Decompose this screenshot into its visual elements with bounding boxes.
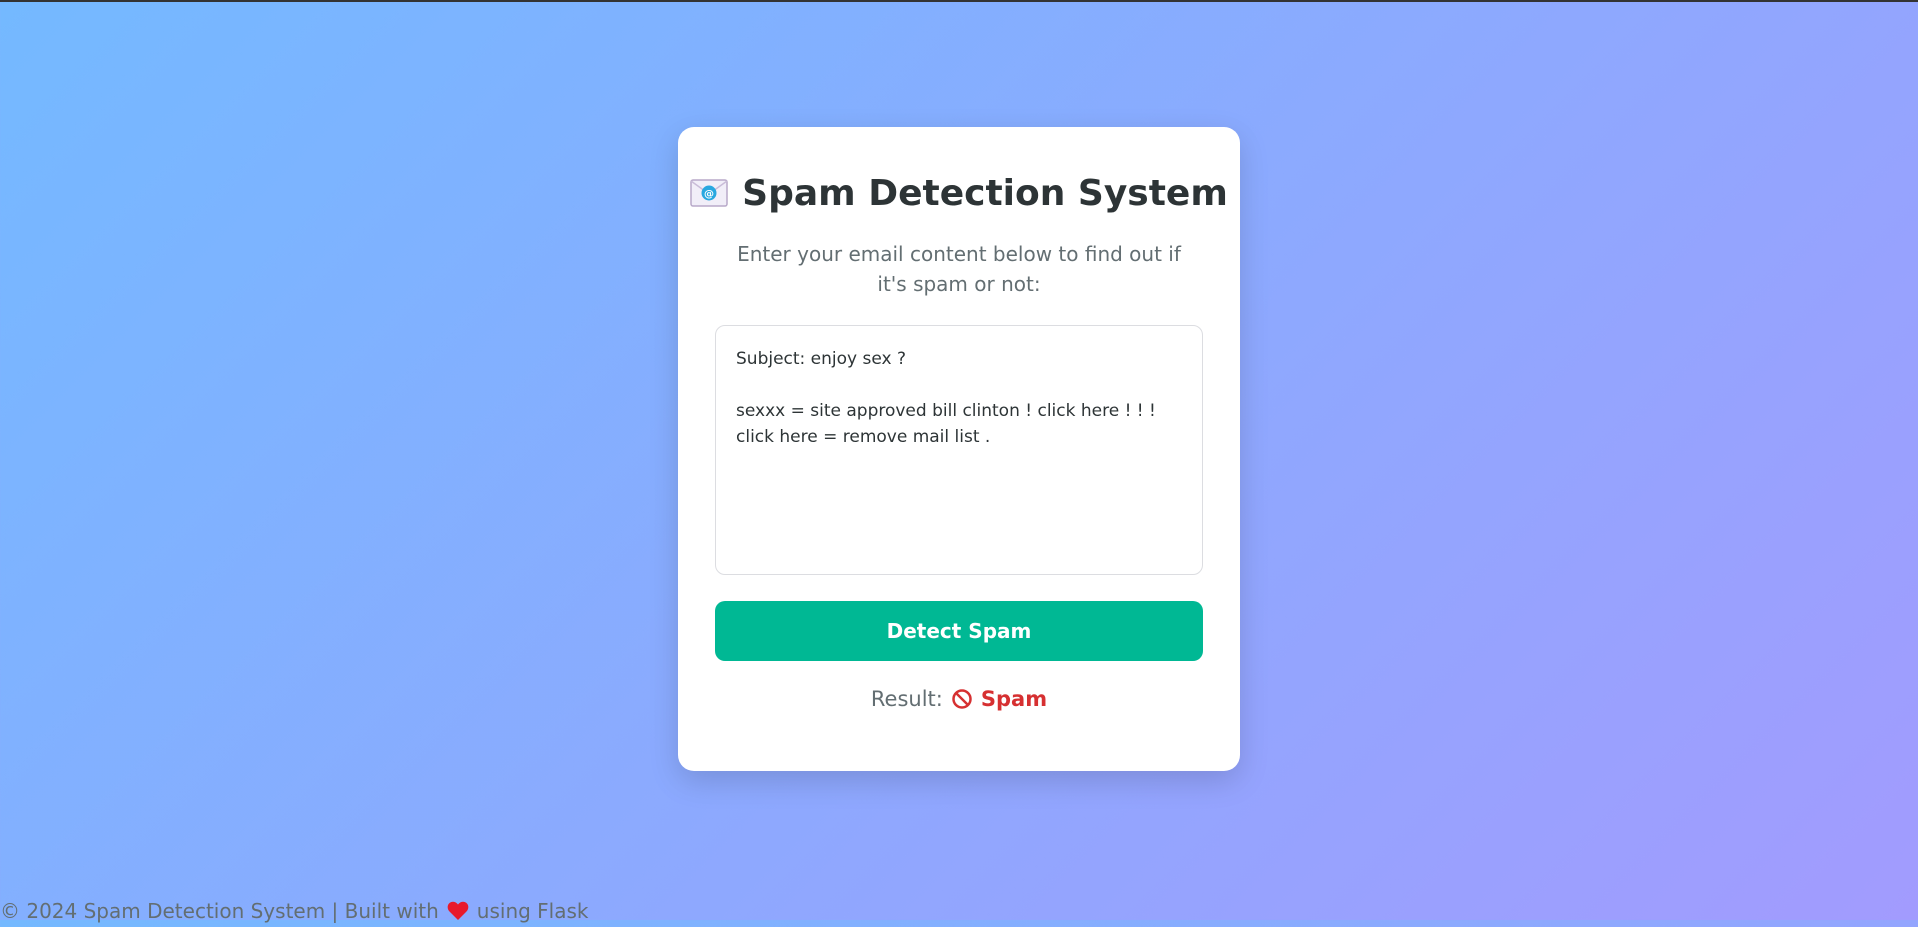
heart-icon	[447, 901, 469, 921]
footer-text-before: © 2024 Spam Detection System | Built wit…	[0, 899, 439, 923]
detect-spam-button[interactable]: Detect Spam	[715, 601, 1203, 661]
spam-detection-card: @ Spam Detection System Enter your email…	[678, 127, 1240, 771]
page-subtitle: Enter your email content below to find o…	[737, 242, 1181, 296]
result-value: Spam	[980, 687, 1048, 711]
footer: © 2024 Spam Detection System | Built wit…	[0, 898, 589, 924]
prohibited-icon	[951, 688, 973, 710]
envelope-icon: @	[690, 179, 728, 207]
footer-text-after: using Flask	[476, 899, 589, 923]
result-label: Result:	[870, 687, 943, 711]
svg-text:@: @	[704, 189, 714, 200]
page-title: Spam Detection System	[742, 172, 1228, 214]
result-row: Result: Spam	[715, 687, 1203, 711]
email-content-input[interactable]	[715, 325, 1203, 575]
title-row: @ Spam Detection System	[690, 165, 1228, 221]
